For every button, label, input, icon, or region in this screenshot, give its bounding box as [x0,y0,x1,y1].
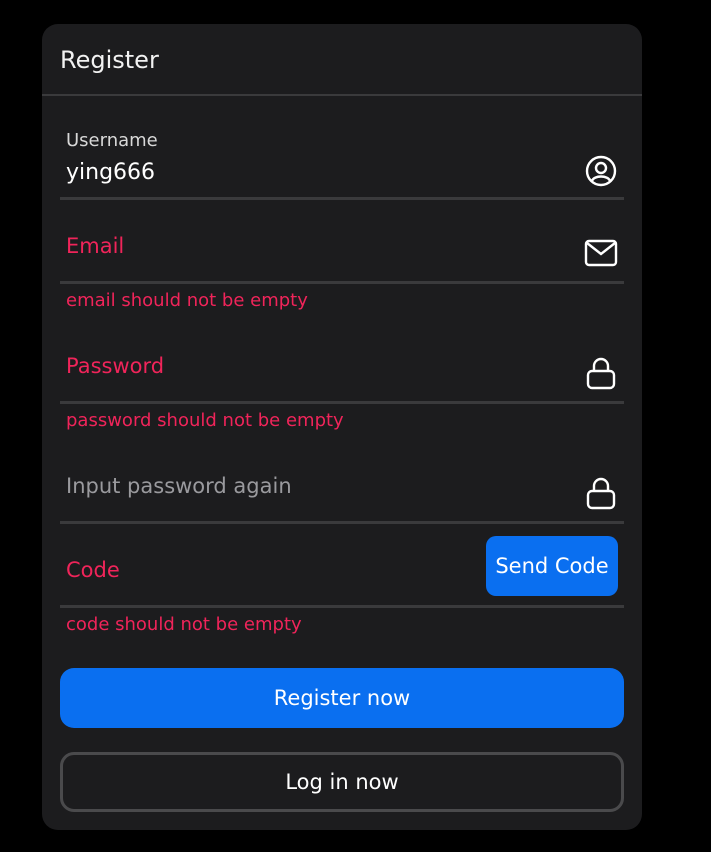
username-label: Username [66,130,158,151]
lock-icon [584,476,618,510]
user-circle-icon [584,154,618,188]
confirm-password-input[interactable]: Input password again [66,474,292,498]
password-error: password should not be empty [66,410,344,431]
mail-icon [584,236,618,270]
email-input[interactable]: Email [66,234,124,258]
email-error: email should not be empty [66,290,308,311]
code-input[interactable]: Code [66,558,120,582]
username-field[interactable]: Username ying666 [60,126,624,200]
lock-icon [584,356,618,390]
code-error: code should not be empty [66,614,302,635]
password-input[interactable]: Password [66,354,164,378]
code-field[interactable]: Code Send Code [60,536,624,608]
page-title: Register [60,46,159,74]
email-field[interactable]: Email [60,206,624,284]
register-button[interactable]: Register now [60,668,624,728]
confirm-password-field[interactable]: Input password again [60,446,624,524]
card-header: Register [42,24,642,96]
login-button[interactable]: Log in now [60,752,624,812]
send-code-button[interactable]: Send Code [486,536,618,596]
username-input[interactable]: ying666 [66,160,155,185]
register-card: Register Username ying666 Email email sh… [42,24,642,830]
password-field[interactable]: Password [60,326,624,404]
